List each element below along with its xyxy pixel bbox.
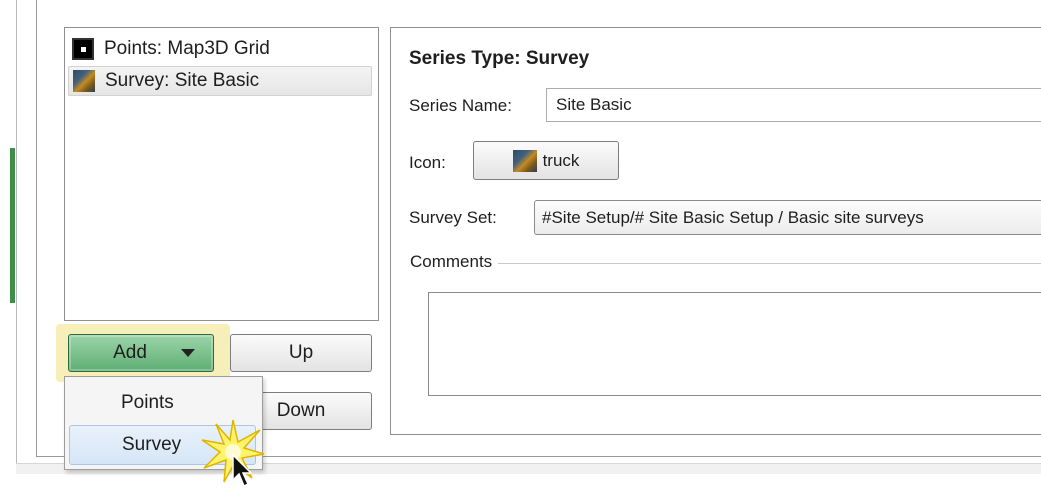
truck-icon: [73, 70, 95, 92]
add-button[interactable]: Add: [68, 334, 214, 372]
comments-group-divider: [490, 263, 1041, 264]
mouse-cursor-icon: [232, 454, 252, 488]
menu-item-points[interactable]: Points: [69, 383, 256, 423]
series-list[interactable]: Points: Map3D Grid Survey: Site Basic: [64, 27, 379, 321]
truck-icon: [512, 149, 537, 172]
survey-set-label: Survey Set:: [409, 208, 497, 227]
up-button[interactable]: Up: [230, 334, 372, 372]
chevron-down-icon: [181, 349, 195, 357]
icon-select-button[interactable]: truck: [473, 141, 619, 180]
survey-set-select[interactable]: #Site Setup/# Site Basic Setup / Basic s…: [534, 200, 1041, 235]
icon-label: Icon:: [409, 153, 446, 172]
series-list-item-label: Points: Map3D Grid: [104, 38, 270, 59]
comments-label: Comments: [410, 252, 499, 272]
add-button-label: Add: [113, 342, 147, 363]
series-name-input[interactable]: [546, 88, 1041, 122]
series-name-label: Series Name:: [409, 96, 512, 115]
points-icon: [72, 38, 94, 60]
series-list-item-survey[interactable]: Survey: Site Basic: [68, 66, 372, 96]
left-accent-bar: [10, 148, 15, 303]
series-list-item-label: Survey: Site Basic: [105, 70, 260, 91]
series-list-item-points[interactable]: Points: Map3D Grid: [68, 34, 372, 64]
series-type-heading: Series Type: Survey: [409, 48, 590, 69]
comments-textarea[interactable]: [428, 292, 1041, 396]
icon-button-label: truck: [542, 150, 580, 170]
